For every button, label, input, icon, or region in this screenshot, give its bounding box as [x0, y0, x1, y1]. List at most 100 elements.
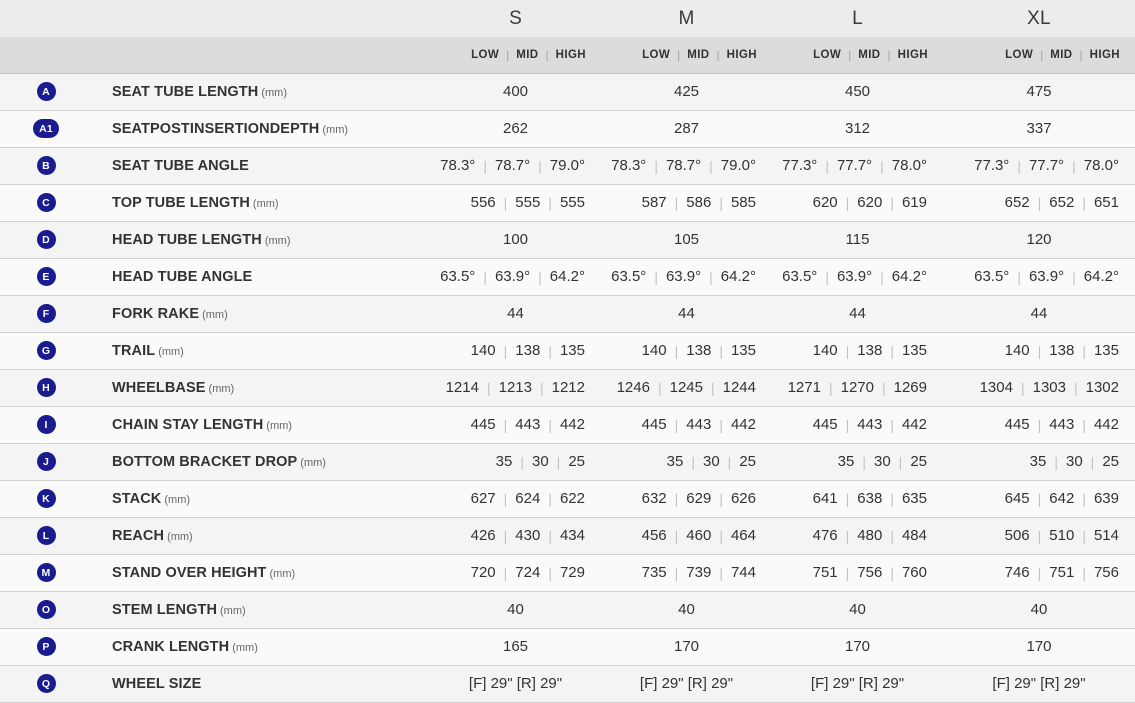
value-group: 645 | 642 | 639 [943, 490, 1135, 507]
variant-mid-label: MID [858, 48, 881, 61]
value-high: 1269 [893, 379, 927, 396]
value-cell-l: 450 [772, 73, 943, 110]
value-low: 645 [1004, 490, 1030, 507]
value-high: 635 [901, 490, 927, 507]
value-group: 140 | 138 | 135 [943, 342, 1135, 359]
value-cell-xl: 337 [943, 110, 1135, 147]
row-label-cell: CRANK LENGTH (mm) [92, 628, 430, 665]
metric-unit: (mm) [202, 308, 228, 321]
value-mid: 1245 [669, 379, 703, 396]
value-group: 746 | 751 | 756 [943, 564, 1135, 581]
metric-unit: (mm) [322, 123, 349, 136]
metric-name: TRAIL [112, 342, 156, 359]
variant-header-row: LOW | MID | HIGH LOW | MID | HIGH LOW | … [0, 37, 1135, 73]
value-single: 40 [849, 601, 866, 618]
metric-unit: (mm) [164, 493, 191, 506]
value-low: 476 [812, 527, 838, 544]
value-group: 78.3° | 78.7° | 79.0° [430, 157, 601, 174]
value-single: [F] 29" [R] 29" [992, 675, 1086, 692]
metric-name: FORK RAKE [112, 305, 200, 322]
value-cell-m: 287 [601, 110, 772, 147]
value-group: 35 | 30 | 25 [430, 453, 601, 470]
value-mid: 138 [857, 342, 883, 359]
value-mid: 1213 [498, 379, 532, 396]
value-group: 78.3° | 78.7° | 79.0° [601, 157, 772, 174]
value-cell-l: 1271 | 1270 | 1269 [772, 369, 943, 406]
value-group: 456 | 460 | 464 [601, 527, 772, 544]
value-group: 140 | 138 | 135 [430, 342, 601, 359]
value-single: [F] 29" [R] 29" [810, 675, 905, 692]
value-mid: 642 [1049, 490, 1075, 507]
table-header: S M L XL LOW | MID | HIGH LOW | MID | HI… [0, 0, 1135, 73]
value-high: 442 [901, 416, 927, 433]
row-label-cell: HEAD TUBE ANGLE [92, 258, 430, 295]
value-low: 556 [470, 194, 496, 211]
value-high: 434 [559, 527, 585, 544]
metric-unit: (mm) [220, 604, 246, 617]
value-low: 720 [470, 564, 496, 581]
value-low: 140 [1004, 342, 1030, 359]
value-group: 1214 | 1213 | 1212 [430, 379, 601, 396]
row-badge-m: M [36, 563, 56, 583]
metric-name: HEAD TUBE ANGLE [112, 268, 253, 285]
value-cell-m: 632 | 629 | 626 [601, 480, 772, 517]
table-row: K STACK (mm) 627 | 624 | 622 632 | 629 | 626 641 | 638 |… [0, 480, 1135, 517]
value-high: 484 [901, 527, 927, 544]
value-mid: 63.9° [494, 268, 531, 285]
table-row: O STEM LENGTH (mm) 40 40 40 40 [0, 591, 1135, 628]
table-row: D HEAD TUBE LENGTH (mm) 100 105 115 120 [0, 221, 1135, 258]
value-mid: 756 [857, 564, 883, 581]
value-low: 456 [641, 527, 667, 544]
row-label-cell: HEAD TUBE LENGTH (mm) [92, 221, 430, 258]
value-low: 140 [812, 342, 838, 359]
value-cell-s: 720 | 724 | 729 [430, 554, 601, 591]
value-cell-xl: [F] 29" [R] 29" [943, 665, 1135, 702]
size-header-row: S M L XL [0, 0, 1135, 37]
value-high: 64.2° [1083, 268, 1119, 285]
value-cell-xl: 77.3° | 77.7° | 78.0° [943, 147, 1135, 184]
value-cell-s: 165 [430, 628, 601, 665]
value-low: 77.3° [974, 157, 1010, 174]
value-mid: 30 [1065, 453, 1083, 470]
value-low: 63.5° [974, 268, 1010, 285]
row-label-cell: FORK RAKE (mm) [92, 295, 430, 332]
value-mid: 77.7° [1028, 157, 1065, 174]
value-cell-s: 35 | 30 | 25 [430, 443, 601, 480]
row-badge-i: I [36, 415, 56, 435]
value-group: 476 | 480 | 484 [772, 527, 943, 544]
row-badge-e: E [36, 267, 56, 287]
value-high: 555 [559, 194, 585, 211]
value-cell-l: 77.3° | 77.7° | 78.0° [772, 147, 943, 184]
value-high: 1244 [722, 379, 756, 396]
value-high: 442 [1093, 416, 1119, 433]
variant-header-xl: LOW | MID | HIGH [943, 37, 1135, 73]
value-mid: 430 [515, 527, 541, 544]
value-low: 77.3° [782, 157, 818, 174]
value-low: 506 [1004, 527, 1030, 544]
value-group: 63.5° | 63.9° | 64.2° [772, 268, 943, 285]
value-mid: 1270 [840, 379, 874, 396]
value-group: 35 | 30 | 25 [601, 453, 772, 470]
value-single: 170 [673, 638, 700, 655]
value-cell-s: 445 | 443 | 442 [430, 406, 601, 443]
value-group: 140 | 138 | 135 [601, 342, 772, 359]
value-mid: 629 [686, 490, 712, 507]
value-group: 140 | 138 | 135 [772, 342, 943, 359]
value-cell-xl: 475 [943, 73, 1135, 110]
metric-name: STAND OVER HEIGHT [112, 564, 267, 581]
variant-low-label: LOW [642, 48, 671, 61]
row-label-cell: SEAT TUBE ANGLE [92, 147, 430, 184]
value-single: 100 [502, 231, 529, 248]
value-group: 63.5° | 63.9° | 64.2° [430, 268, 601, 285]
row-badge-p: P [36, 637, 56, 657]
row-badge-cell: P [0, 628, 92, 665]
value-cell-l: 476 | 480 | 484 [772, 517, 943, 554]
value-low: 445 [470, 416, 496, 433]
row-label-cell: STAND OVER HEIGHT (mm) [92, 554, 430, 591]
row-label-cell: WHEEL SIZE [92, 665, 430, 702]
row-label-cell: BOTTOM BRACKET DROP (mm) [92, 443, 430, 480]
value-group: 445 | 443 | 442 [772, 416, 943, 433]
table-row: L REACH (mm) 426 | 430 | 434 456 | 460 | 464 476 | 480 |… [0, 517, 1135, 554]
value-cell-m: 40 [601, 591, 772, 628]
value-mid: 63.9° [1028, 268, 1065, 285]
